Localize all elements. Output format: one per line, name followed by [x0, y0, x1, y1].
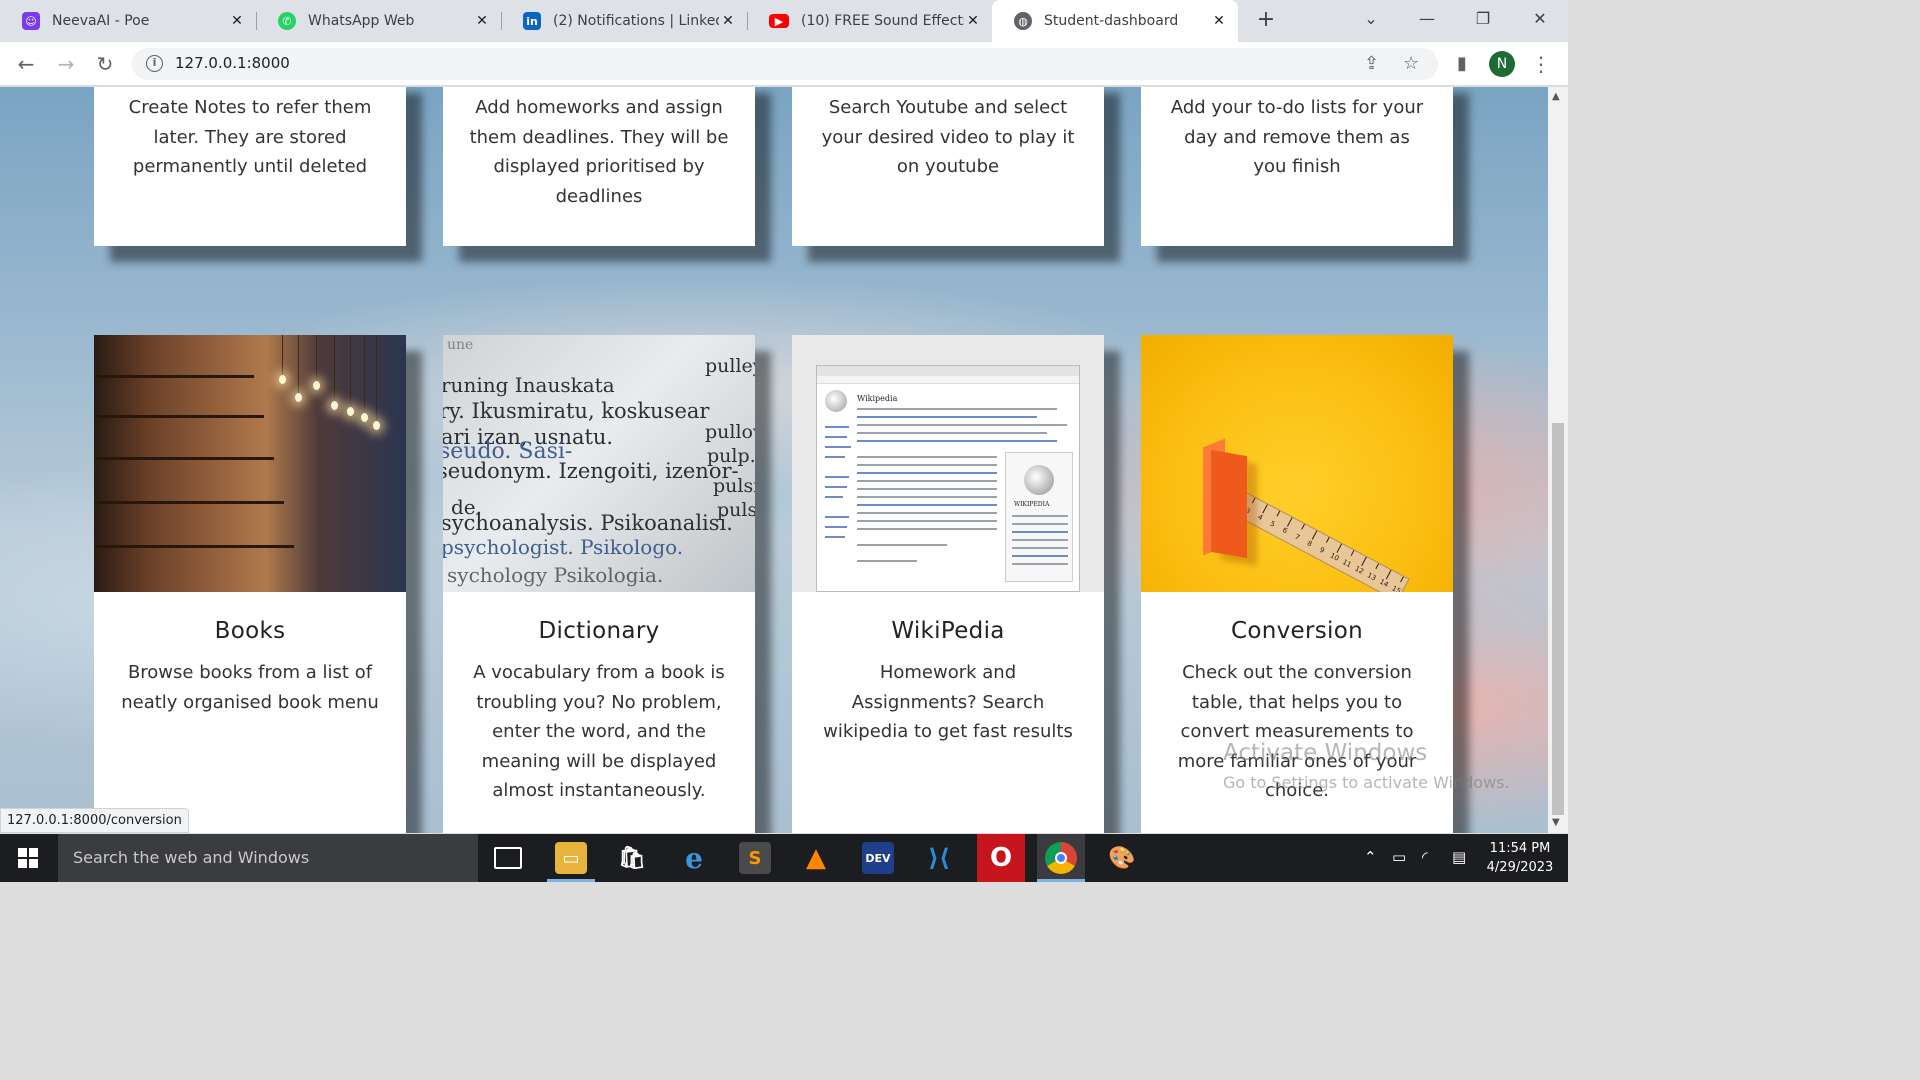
close-tab-icon[interactable]: ✕ — [719, 13, 737, 29]
minimize-icon[interactable]: — — [1399, 0, 1455, 38]
show-hidden-icons-icon[interactable]: ⌃ — [1364, 848, 1377, 866]
paint-icon[interactable]: 🎨 — [1106, 842, 1138, 874]
sublime-text-icon[interactable]: S — [739, 842, 771, 874]
action-center-icon[interactable]: ▤ — [1452, 848, 1466, 866]
library-photo — [94, 335, 406, 592]
status-url: 127.0.0.1:8000/conversion — [0, 808, 189, 833]
wikipedia-globe-icon — [825, 390, 847, 412]
tab-whatsapp[interactable]: ✆ WhatsApp Web ✕ — [256, 0, 501, 42]
dictionary-photo: une runing Inauskata ry. Ikusmiratu, kos… — [443, 335, 755, 592]
vlc-icon[interactable]: ▲ — [800, 842, 832, 874]
tab-strip: ☺ NeevaAI - Poe ✕ ✆ WhatsApp Web ✕ in (2… — [0, 0, 1568, 42]
dashboard-page: Create Notes to refer them later. They a… — [0, 87, 1548, 833]
url-text[interactable]: 127.0.0.1:8000 — [175, 54, 290, 72]
close-window-icon[interactable]: ✕ — [1512, 0, 1568, 38]
books-card[interactable]: Books Browse books from a list of neatly… — [94, 335, 406, 833]
taskbar-search-placeholder: Search the web and Windows — [73, 848, 310, 867]
tab-poe[interactable]: ☺ NeevaAI - Poe ✕ — [0, 0, 256, 42]
site-info-icon[interactable]: i — [146, 55, 163, 72]
clock-time: 11:54 PM — [1489, 841, 1551, 856]
restore-icon[interactable]: ❐ — [1455, 0, 1511, 38]
address-toolbar: ← → ↻ i 127.0.0.1:8000 ⇪ ☆ ▮ N ⋮ — [0, 42, 1568, 86]
linkedin-icon: in — [523, 12, 541, 30]
side-panel-icon[interactable]: ▮ — [1450, 52, 1474, 76]
taskbar-clock[interactable]: 11:54 PM 4/29/2023 — [1482, 839, 1558, 877]
card-description: Browse books from a list of neatly organ… — [121, 662, 379, 713]
whatsapp-icon: ✆ — [278, 12, 296, 30]
close-tab-icon[interactable]: ✕ — [1210, 13, 1228, 29]
youtube-icon: ▶ — [769, 14, 789, 28]
tab-title: NeevaAI - Poe — [52, 13, 150, 29]
card-title: Dictionary — [538, 618, 660, 644]
chrome-icon[interactable] — [1045, 842, 1077, 874]
battery-icon[interactable]: ▭ — [1392, 848, 1406, 866]
ruler: 2 3 4 5 6 7 8 9 10 11 12 13 14 15 — [1220, 485, 1410, 592]
globe-icon: ◍ — [1014, 12, 1032, 30]
file-explorer-icon[interactable]: ▭ — [555, 842, 587, 874]
windows-start-icon[interactable] — [18, 848, 38, 868]
close-tab-icon[interactable]: ✕ — [964, 13, 982, 29]
close-tab-icon[interactable]: ✕ — [473, 13, 491, 29]
vscode-icon[interactable]: ⟩⟨ — [923, 842, 955, 874]
opera-icon[interactable]: O — [985, 842, 1017, 874]
wood-block — [1211, 449, 1247, 559]
card-title: Conversion — [1231, 618, 1363, 644]
card-description: Search Youtube and select your desired v… — [821, 97, 1075, 177]
tab-title: Student-dashboard — [1044, 13, 1179, 29]
card-description: Create Notes to refer them later. They a… — [128, 97, 372, 177]
tab-linkedin[interactable]: in (2) Notifications | LinkedIn ✕ — [501, 0, 747, 42]
card-description: Add your to-do lists for your day and re… — [1170, 97, 1424, 177]
scrollbar-thumb[interactable] — [1552, 423, 1564, 815]
card-description: Homework and Assignments? Search wikiped… — [823, 662, 1073, 742]
edge-icon[interactable]: e — [678, 842, 710, 875]
activate-windows-title: Activate Windows — [1223, 740, 1428, 766]
dev-cpp-icon[interactable]: DEV — [862, 842, 894, 874]
poe-icon: ☺ — [22, 12, 40, 30]
notes-card[interactable]: Create Notes to refer them later. They a… — [94, 87, 406, 246]
scroll-down-icon[interactable]: ▼ — [1552, 817, 1560, 828]
tab-title: (10) FREE Sound Effects F — [801, 13, 964, 29]
bookmark-star-icon[interactable]: ☆ — [1403, 53, 1419, 74]
clock-date: 4/29/2023 — [1486, 860, 1554, 875]
store-icon[interactable]: 🛍 — [616, 842, 648, 874]
address-bar[interactable]: i 127.0.0.1:8000 ⇪ ☆ — [132, 48, 1438, 80]
homework-card[interactable]: Add homeworks and assign them deadlines.… — [443, 87, 755, 246]
back-icon[interactable]: ← — [14, 52, 38, 76]
wikipedia-screenshot: Wikipedia WIKIPEDIA — [792, 335, 1104, 592]
card-title: Books — [214, 618, 286, 644]
profile-avatar[interactable]: N — [1489, 51, 1515, 77]
todo-card[interactable]: Add your to-do lists for your day and re… — [1141, 87, 1453, 246]
task-view-icon[interactable] — [494, 847, 522, 869]
activate-windows-subtitle: Go to Settings to activate Windows. — [1223, 773, 1510, 792]
tab-title: WhatsApp Web — [308, 13, 415, 29]
reload-icon[interactable]: ↻ — [93, 52, 117, 76]
share-icon[interactable]: ⇪ — [1364, 53, 1379, 74]
ruler-photo: 2 3 4 5 6 7 8 9 10 11 12 13 14 15 — [1141, 335, 1453, 592]
page-scrollbar[interactable]: ▲ ▼ — [1548, 87, 1568, 833]
tab-title: (2) Notifications | LinkedIn — [553, 13, 719, 29]
tab-search-icon[interactable]: ⌄ — [1343, 0, 1399, 38]
new-tab-icon[interactable]: + — [1254, 8, 1278, 32]
close-tab-icon[interactable]: ✕ — [228, 13, 246, 29]
youtube-card[interactable]: Search Youtube and select your desired v… — [792, 87, 1104, 246]
tab-student-dashboard[interactable]: ◍ Student-dashboard ✕ — [992, 0, 1238, 42]
menu-kebab-icon[interactable]: ⋮ — [1529, 52, 1553, 76]
wifi-icon[interactable]: ◜ — [1422, 848, 1428, 866]
card-description: A vocabulary from a book is troubling yo… — [473, 662, 725, 801]
card-title: WikiPedia — [891, 618, 1005, 644]
card-description: Add homeworks and assign them deadlines.… — [469, 97, 729, 207]
wikipedia-card[interactable]: Wikipedia WIKIPEDIA WikiPedia Homework a… — [792, 335, 1104, 833]
taskbar-search-box[interactable]: Search the web and Windows — [58, 834, 478, 882]
tab-youtube[interactable]: ▶ (10) FREE Sound Effects F ✕ — [747, 0, 992, 42]
scroll-up-icon[interactable]: ▲ — [1552, 91, 1560, 102]
windows-taskbar: Search the web and Windows ▭ 🛍 e S ▲ DEV… — [0, 834, 1568, 882]
dictionary-card[interactable]: une runing Inauskata ry. Ikusmiratu, kos… — [443, 335, 755, 833]
forward-icon[interactable]: → — [54, 52, 78, 76]
